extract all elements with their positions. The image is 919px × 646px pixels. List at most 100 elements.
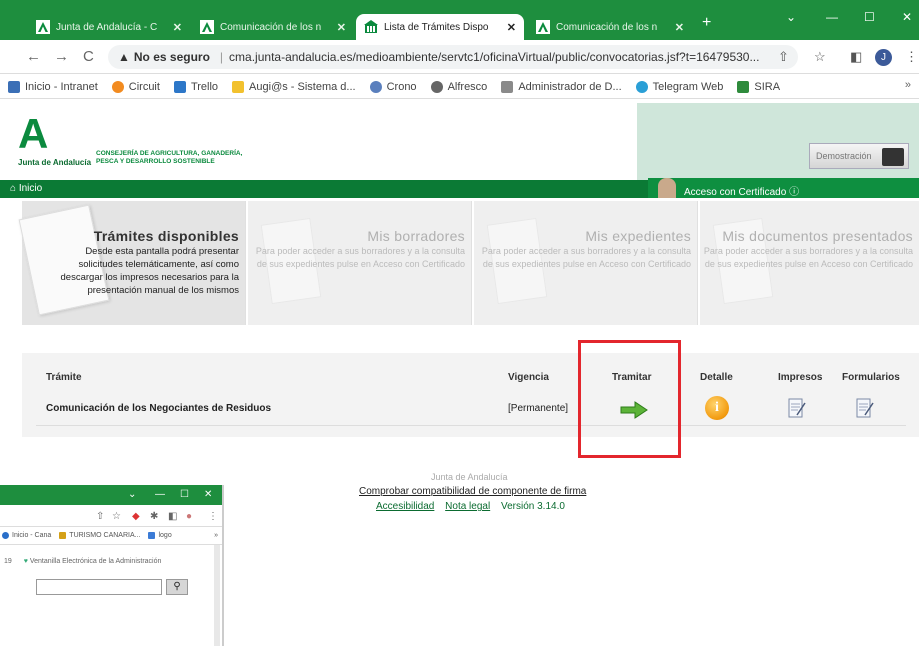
close-tab-icon[interactable]: ✕	[507, 21, 516, 34]
warning-icon[interactable]: ▲	[118, 50, 130, 64]
bookmark-label: Inicio - Intranet	[25, 80, 98, 93]
footer-check-link[interactable]: Comprobar compatibilidad de componente d…	[359, 486, 586, 497]
alfresco-icon	[430, 80, 443, 93]
tab-comunicacion-2[interactable]: Comunicación de los n ✕	[528, 14, 692, 40]
browser-tab-strip: Junta de Andalucía - C ✕ Comunicación de…	[0, 0, 919, 40]
side-panel-icon[interactable]: ◧	[850, 49, 862, 65]
demo-button[interactable]: Demostración	[809, 143, 909, 169]
certificate-access-link[interactable]: Acceso con Certificado ⓘ	[648, 178, 919, 198]
tab-junta-andalucia[interactable]: Junta de Andalucía - C ✕	[28, 14, 190, 40]
chevron-down-icon[interactable]: ⌄	[128, 489, 136, 500]
accesibilidad-link[interactable]: Accesibilidad	[376, 501, 434, 512]
row-tramite-name: Comunicación de los Negociantes de Resid…	[46, 403, 272, 414]
bookmark-circuit[interactable]: Circuit	[111, 80, 160, 93]
junta-logo-icon: A	[18, 110, 49, 157]
search-input[interactable]	[36, 579, 162, 595]
col-header-detalle: Detalle	[700, 372, 733, 383]
back-button[interactable]: ←	[26, 48, 41, 65]
bookmark-star-icon[interactable]: ☆	[112, 511, 121, 522]
bookmark-crono[interactable]: Crono	[369, 80, 417, 93]
tab-search-chevron-icon[interactable]: ⌄	[786, 10, 796, 24]
more-bookmarks-button[interactable]: »	[905, 79, 911, 91]
nota-legal-link[interactable]: Nota legal	[445, 501, 490, 512]
secondary-toolbar: ⇧ ☆ ◆ ✱ ◧ ● ⋮	[0, 505, 222, 527]
security-label[interactable]: No es seguro	[134, 50, 210, 64]
close-tab-icon[interactable]: ✕	[675, 21, 684, 34]
panel-title: Mis documentos presentados	[722, 228, 913, 244]
circuit-icon	[111, 80, 124, 93]
new-tab-button[interactable]: +	[702, 14, 711, 32]
side-panel-icon[interactable]: ◧	[168, 511, 177, 522]
maximize-button[interactable]: ☐	[864, 10, 875, 24]
maximize-button[interactable]: ☐	[180, 489, 189, 500]
forward-button[interactable]: →	[54, 48, 69, 65]
more-bookmarks-button[interactable]: »	[214, 532, 218, 539]
site-logo[interactable]: A Junta de Andalucía CONSEJERÍA DE AGRIC…	[0, 103, 637, 180]
minimize-button[interactable]: —	[155, 489, 165, 500]
share-icon[interactable]: ⇧	[778, 49, 789, 65]
menu-kebab-icon[interactable]: ⋮	[208, 511, 218, 522]
bookmark-label[interactable]: Inicio - Cana	[12, 532, 51, 539]
bookmark-label[interactable]: TURISMO CANARIA...	[69, 532, 140, 539]
profile-avatar[interactable]: ●	[186, 511, 192, 522]
bookmark-trello[interactable]: Trello	[173, 80, 219, 93]
panel-mis-borradores[interactable]: Mis borradores Para poder acceder a sus …	[248, 201, 472, 325]
browser-toolbar: ← → C ▲ No es seguro | cma.junta-andaluc…	[0, 40, 919, 74]
inicio-icon	[2, 532, 9, 539]
panel-mis-expedientes[interactable]: Mis expedientes Para poder acceder a sus…	[474, 201, 698, 325]
panel-tramites-disponibles[interactable]: Trámites disponibles Desde esta pantalla…	[18, 201, 246, 325]
search-button[interactable]: ⚲	[166, 579, 188, 595]
highlight-annotation-box	[578, 340, 681, 458]
row-vigencia: [Permanente]	[508, 403, 569, 414]
close-tab-icon[interactable]: ✕	[337, 21, 346, 34]
bookmark-label: Trello	[190, 80, 219, 93]
consejeria-line1: CONSEJERÍA DE AGRICULTURA, GANADERÍA,	[96, 150, 243, 157]
bookmark-star-icon[interactable]: ☆	[814, 49, 826, 65]
minimize-button[interactable]: —	[826, 10, 838, 24]
close-window-button[interactable]: ✕	[902, 10, 912, 24]
bookmark-inicio-intranet[interactable]: Inicio - Intranet	[8, 80, 98, 93]
impresos-document-icon[interactable]	[788, 397, 806, 419]
home-link[interactable]: ⌂ Inicio	[10, 183, 42, 194]
tab-title: Comunicación de los n	[220, 21, 322, 33]
bookmark-label[interactable]: logo	[158, 532, 171, 539]
secondary-browser-window[interactable]: ⌄ — ☐ ✕ ⇧ ☆ ◆ ✱ ◧ ● ⋮ Inicio - Cana TURI…	[0, 485, 224, 646]
bookmark-label: SIRA	[754, 80, 781, 93]
logo-org-name: Junta de Andalucía	[18, 158, 92, 167]
detalle-info-icon[interactable]: i	[705, 396, 729, 420]
bookmark-augias[interactable]: Augi@s - Sistema d...	[232, 80, 356, 93]
bookmark-label: Crono	[386, 80, 417, 93]
sira-icon	[737, 80, 750, 93]
share-icon[interactable]: ⇧	[96, 511, 104, 522]
video-camera-icon	[882, 148, 904, 166]
tab-title: Lista de Trámites Dispo	[384, 21, 489, 33]
bookmark-telegram[interactable]: Telegram Web	[635, 80, 724, 93]
close-window-button[interactable]: ✕	[204, 489, 212, 500]
panel-mis-documentos[interactable]: Mis documentos presentados Para poder ac…	[700, 201, 919, 325]
bookmark-administrador[interactable]: Administrador de D...	[501, 80, 622, 93]
menu-kebab-icon[interactable]: ⋮	[905, 49, 918, 65]
formularios-document-icon[interactable]	[856, 397, 874, 419]
bookmark-label: Alfresco	[447, 80, 488, 93]
building-favicon-icon	[364, 20, 378, 33]
puzzle-icon[interactable]: ✱	[150, 511, 158, 522]
extension-icon[interactable]: ◆	[132, 511, 140, 522]
row-text[interactable]: Ventanilla Electrónica de la Administrac…	[30, 558, 162, 565]
profile-avatar[interactable]: J	[875, 49, 892, 66]
bookmark-label: Telegram Web	[652, 80, 724, 93]
bookmark-alfresco[interactable]: Alfresco	[430, 80, 488, 93]
panel-title: Trámites disponibles	[93, 228, 239, 244]
bookmark-label: Circuit	[128, 80, 160, 93]
search-icon: ⚲	[173, 581, 181, 592]
window-scrollbar[interactable]	[214, 545, 220, 646]
url-text[interactable]: cma.junta-andalucia.es/medioambiente/ser…	[229, 50, 759, 64]
tab-comunicacion-1[interactable]: Comunicación de los n ✕	[192, 14, 354, 40]
tramites-table: Trámite Vigencia Tramitar Detalle Impres…	[22, 353, 919, 437]
reload-button[interactable]: C	[83, 48, 94, 65]
close-tab-icon[interactable]: ✕	[173, 21, 182, 34]
tab-lista-tramites[interactable]: Lista de Trámites Dispo ✕	[356, 14, 524, 40]
address-bar[interactable]: ▲ No es seguro | cma.junta-andalucia.es/…	[108, 45, 798, 69]
footer-org: Junta de Andalucía	[431, 472, 508, 482]
bookmark-sira[interactable]: SIRA	[737, 80, 781, 93]
secondary-bookmarks-bar: Inicio - Cana TURISMO CANARIA... logo »	[0, 527, 222, 545]
